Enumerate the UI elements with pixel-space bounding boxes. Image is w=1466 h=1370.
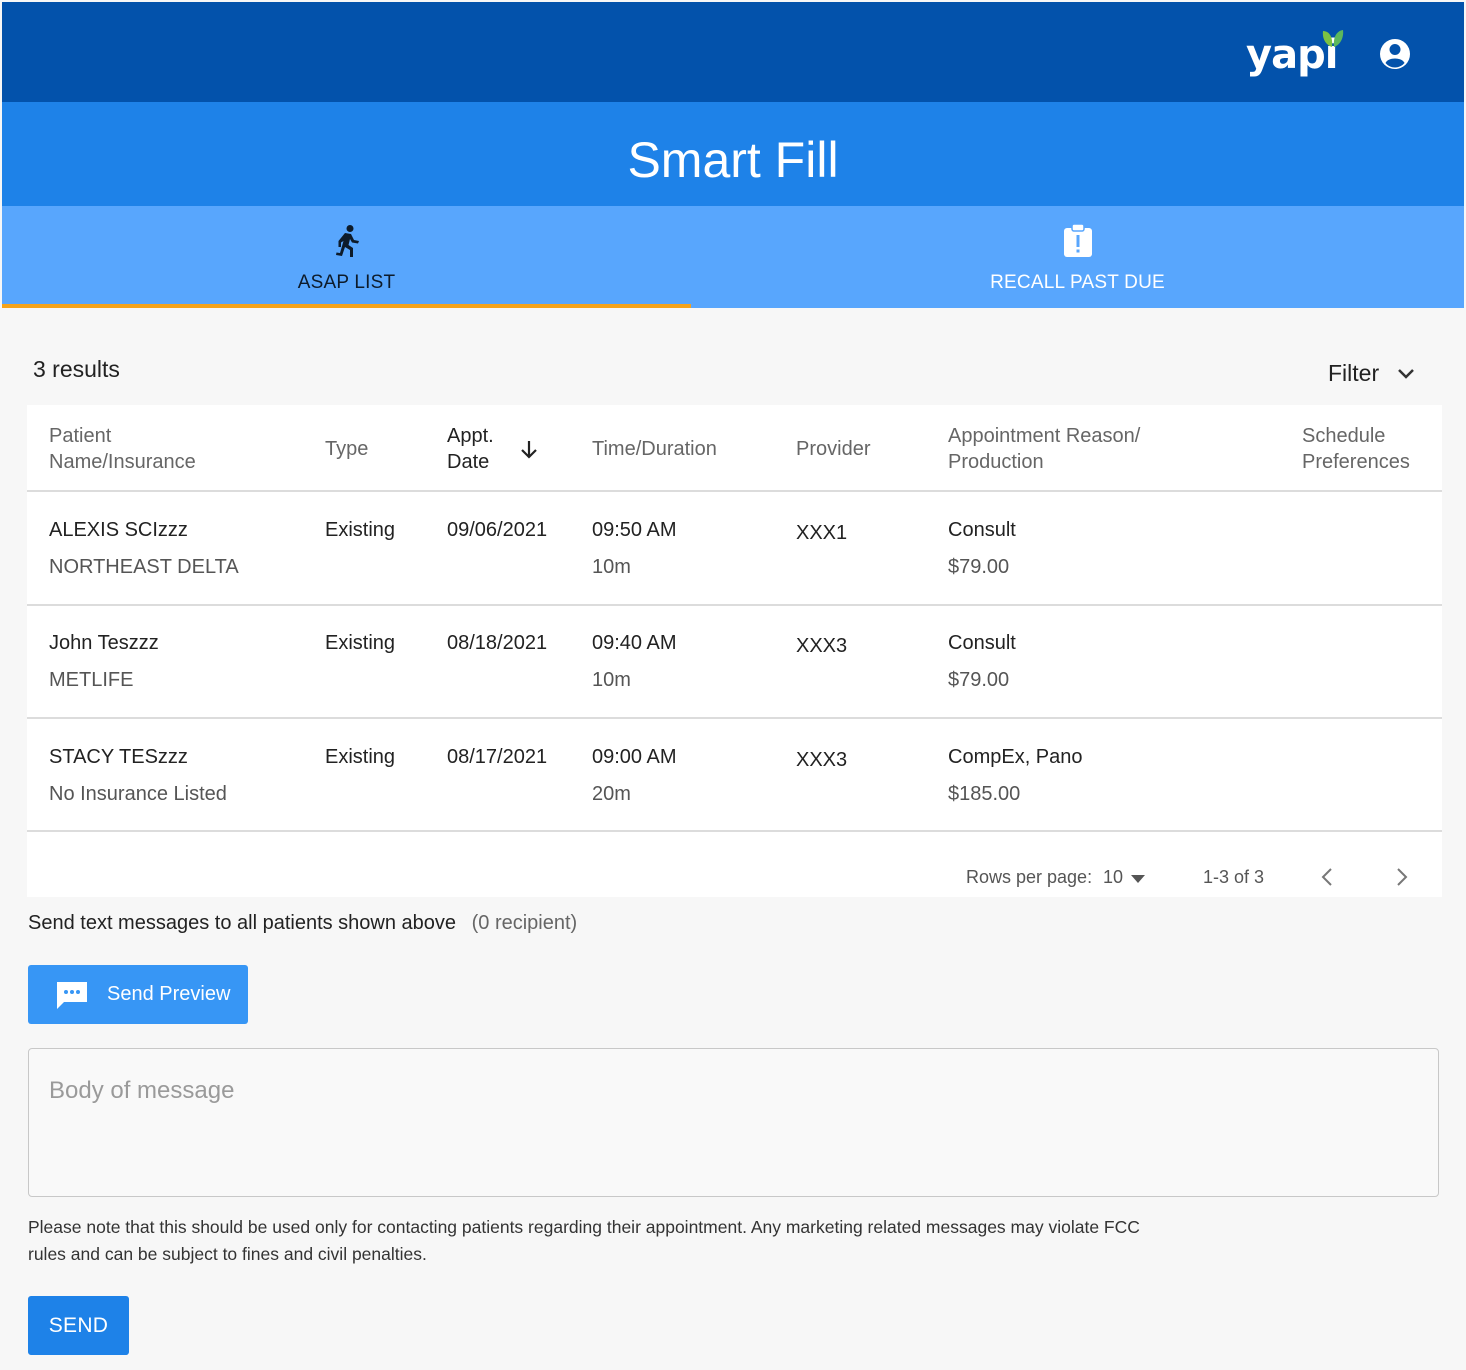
header-patient[interactable]: Patient Name/Insurance xyxy=(49,423,196,475)
header-reason-line2: Production xyxy=(948,451,1044,473)
appt-duration: 20m xyxy=(592,783,631,805)
caret-down-icon xyxy=(1131,874,1146,883)
leaf-icon xyxy=(1322,30,1344,47)
sort-arrow-down-icon[interactable] xyxy=(519,439,539,461)
patient-insurance: No Insurance Listed xyxy=(49,783,227,805)
table-row[interactable]: ALEXIS SCIzzz NORTHEAST DELTA Existing 0… xyxy=(27,493,1442,606)
tab-recall-past-due-label: RECALL PAST DUE xyxy=(990,272,1165,293)
patient-name: STACY TESzzz xyxy=(49,746,188,768)
title-bar: Smart Fill xyxy=(2,102,1464,206)
appointments-table: Patient Name/Insurance Type Appt. Date T… xyxy=(27,405,1442,897)
appt-reason: CompEx, Pano xyxy=(948,746,1083,768)
filter-label: Filter xyxy=(1328,360,1380,386)
header-reason-line1: Appointment Reason/ xyxy=(948,425,1141,447)
tab-asap-list[interactable]: ASAP LIST xyxy=(2,206,691,308)
provider: XXX3 xyxy=(796,749,848,771)
appt-time: 09:50 AM xyxy=(592,519,677,541)
rows-per-page-label: Rows per page: xyxy=(966,867,1093,887)
clipboard-alert-icon xyxy=(1063,224,1092,257)
appt-date: 09/06/2021 xyxy=(447,519,548,541)
header-patient-line2: Name/Insurance xyxy=(49,451,196,473)
pagination-range: 1-3 of 3 xyxy=(1203,867,1265,887)
next-page-icon[interactable] xyxy=(1396,867,1408,887)
top-bar: yapi xyxy=(2,2,1464,102)
account-circle-icon[interactable] xyxy=(1377,36,1413,72)
header-schedule-preferences[interactable]: Schedule Preferences xyxy=(1302,423,1410,475)
tab-bar: ASAP LIST RECALL PAST DUE xyxy=(2,206,1464,308)
header-patient-line1: Patient xyxy=(49,425,112,447)
patient-insurance: NORTHEAST DELTA xyxy=(49,556,239,578)
running-person-icon xyxy=(335,225,359,257)
appt-production: $79.00 xyxy=(948,669,1010,691)
rows-per-page-select[interactable]: 10 xyxy=(1103,867,1146,888)
header-date-line2: Date xyxy=(447,451,490,473)
table-pagination: Rows per page: 10 1-3 of 3 xyxy=(27,845,1442,895)
appt-time: 09:00 AM xyxy=(592,746,677,768)
header-provider[interactable]: Provider xyxy=(796,436,870,462)
appt-duration: 10m xyxy=(592,669,631,691)
appt-date: 08/17/2021 xyxy=(447,746,548,768)
appt-time: 09:40 AM xyxy=(592,632,677,654)
table-header: Patient Name/Insurance Type Appt. Date T… xyxy=(27,405,1442,492)
appt-duration: 10m xyxy=(592,556,631,578)
chat-bubble-icon xyxy=(57,981,87,1009)
appt-production: $185.00 xyxy=(948,783,1021,805)
send-preview-label: Send Preview xyxy=(107,983,231,1005)
appt-reason: Consult xyxy=(948,519,1016,541)
recipient-count: (0 recipient) xyxy=(471,912,578,934)
patient-name: ALEXIS SCIzzz xyxy=(49,519,188,541)
page-title: Smart Fill xyxy=(627,132,839,188)
send-all-text: Send text messages to all patients shown… xyxy=(28,912,457,934)
provider: XXX1 xyxy=(796,522,848,544)
send-preview-button[interactable]: Send Preview xyxy=(28,965,248,1024)
filter-dropdown[interactable]: Filter xyxy=(1328,360,1415,387)
appt-production: $79.00 xyxy=(948,556,1010,578)
header-type[interactable]: Type xyxy=(325,436,368,462)
appt-type: Existing xyxy=(325,746,396,768)
rows-per-page-value: 10 xyxy=(1103,867,1124,887)
tab-recall-past-due[interactable]: RECALL PAST DUE xyxy=(691,206,1464,308)
fcc-notice: Please note that this should be used onl… xyxy=(28,1217,1140,1264)
header-appt-date[interactable]: Appt. Date xyxy=(447,423,494,475)
send-all-description: Send text messages to all patients shown… xyxy=(28,912,577,935)
table-row[interactable]: John Teszzz METLIFE Existing 08/18/2021 … xyxy=(27,606,1442,719)
provider: XXX3 xyxy=(796,635,848,657)
appt-reason: Consult xyxy=(948,632,1016,654)
results-count: 3 results xyxy=(33,356,120,382)
header-date-line1: Appt. xyxy=(447,425,494,447)
header-prefs-line1: Schedule xyxy=(1302,425,1386,447)
send-button[interactable]: SEND xyxy=(28,1296,129,1355)
tab-asap-list-label: ASAP LIST xyxy=(297,272,396,293)
header-reason[interactable]: Appointment Reason/ Production xyxy=(948,423,1140,475)
patient-name: John Teszzz xyxy=(49,632,159,654)
appt-date: 08/18/2021 xyxy=(447,632,548,654)
header-time-duration[interactable]: Time/Duration xyxy=(592,436,717,462)
message-body-input[interactable] xyxy=(28,1048,1439,1197)
table-row[interactable]: STACY TESzzz No Insurance Listed Existin… xyxy=(27,719,1442,832)
chevron-down-icon xyxy=(1398,368,1415,379)
prev-page-icon[interactable] xyxy=(1321,867,1333,887)
header-prefs-line2: Preferences xyxy=(1302,451,1410,473)
appt-type: Existing xyxy=(325,632,396,654)
appt-type: Existing xyxy=(325,519,396,541)
patient-insurance: METLIFE xyxy=(49,669,134,691)
